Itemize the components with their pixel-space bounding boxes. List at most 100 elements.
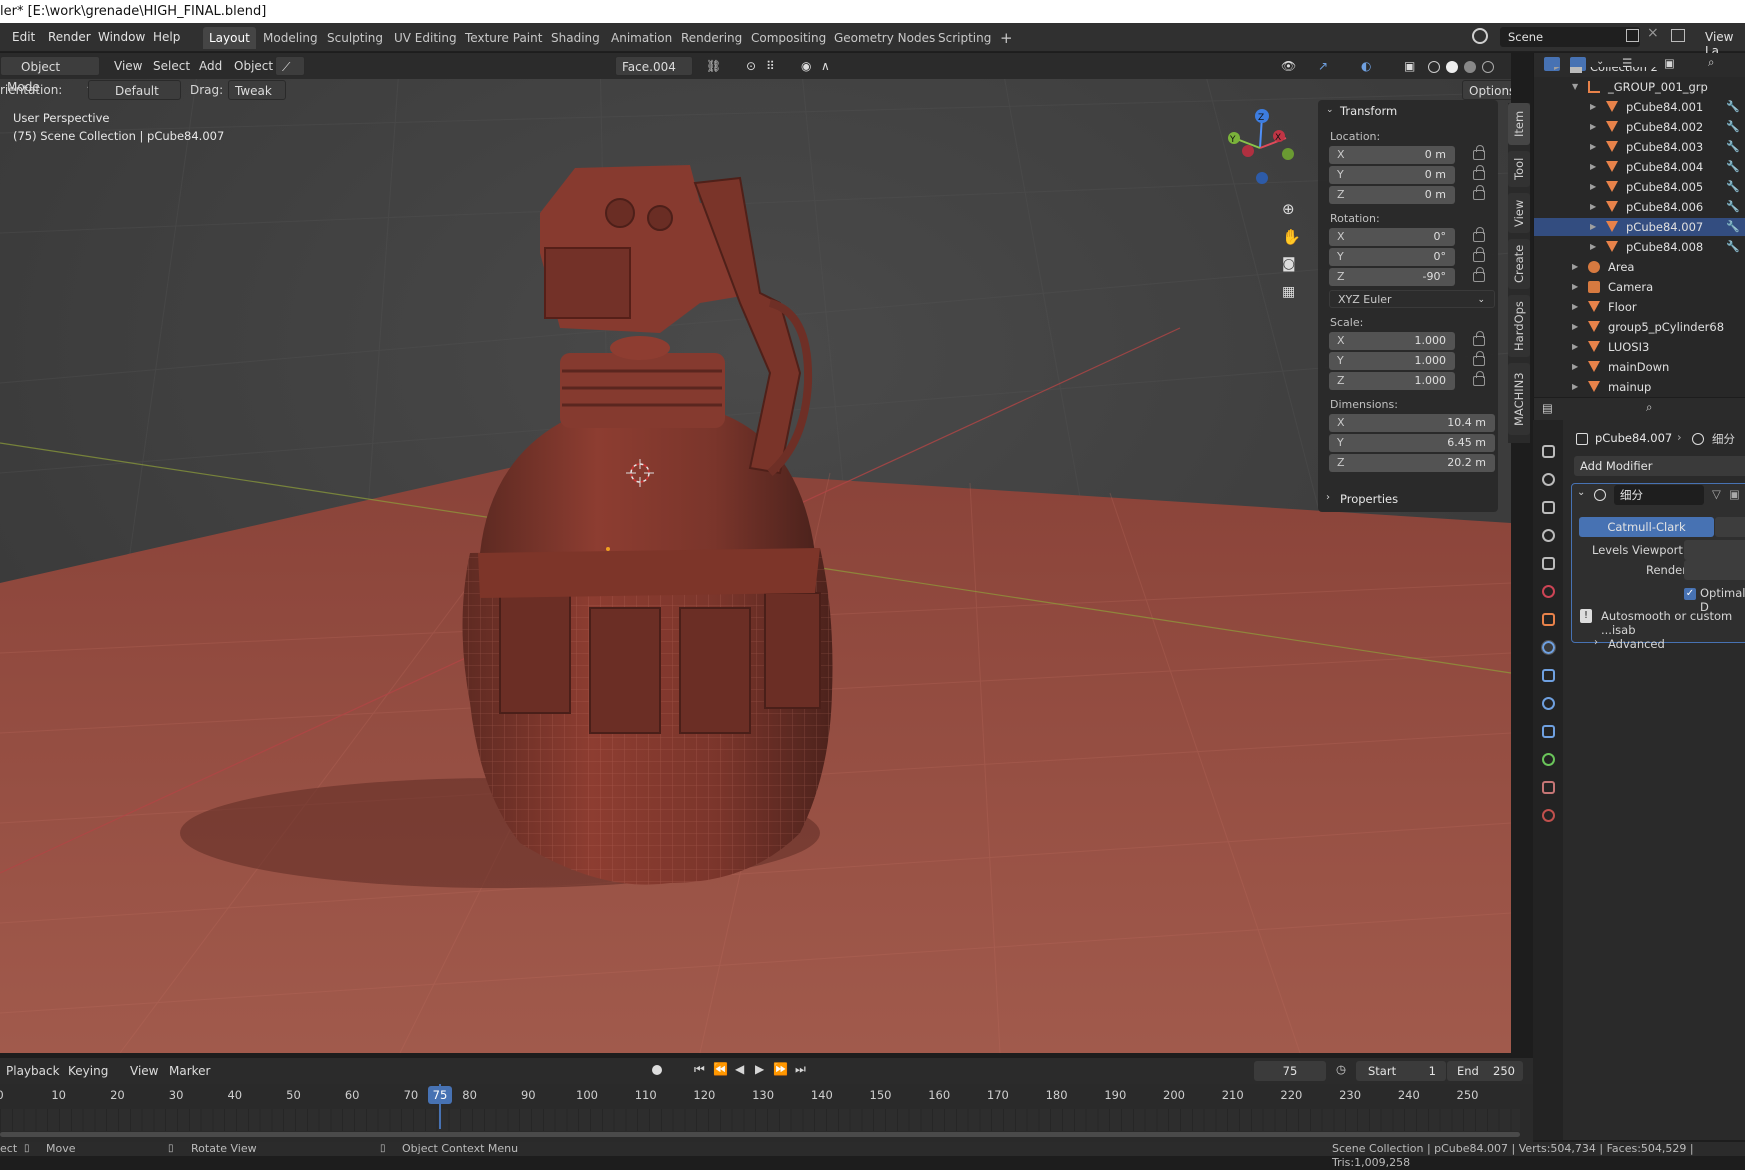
outliner-row[interactable]: ▶ pCube84.007 🔧 xyxy=(1534,218,1745,236)
collapse-transform-icon[interactable]: ⌄ xyxy=(1326,105,1334,115)
outliner-row[interactable]: ▶ pCube84.005 🔧 xyxy=(1534,178,1745,196)
menu-help[interactable]: Help xyxy=(153,23,180,52)
menu-window[interactable]: Window xyxy=(98,23,145,52)
snap-target-icon[interactable]: ⟋ xyxy=(275,56,305,76)
navigation-gizmo[interactable]: Z X Y xyxy=(1220,108,1300,188)
render-icon[interactable] xyxy=(1542,473,1555,486)
active-face-selector[interactable]: Face.004 xyxy=(615,56,693,76)
tab-compositing[interactable]: Compositing xyxy=(745,27,832,49)
collapse-modifier-icon[interactable]: ⌄ xyxy=(1577,487,1585,498)
expand-toggle-icon[interactable]: ▶ xyxy=(1572,318,1578,336)
options-dropdown[interactable]: Options xyxy=(1462,80,1511,100)
rotation-z-field[interactable]: Z -90° xyxy=(1329,268,1455,286)
outliner-row[interactable]: ▶ group5_pCylinder68 xyxy=(1534,318,1745,336)
jump-start-icon[interactable]: ⏮ xyxy=(694,1062,705,1077)
material-icon[interactable] xyxy=(1542,781,1555,794)
expand-toggle-icon[interactable]: ▶ xyxy=(1572,378,1578,396)
expand-advanced-icon[interactable]: › xyxy=(1594,637,1598,648)
tab-geometry-nodes[interactable]: Geometry Nodes xyxy=(828,27,941,49)
expand-toggle-icon[interactable]: ▼ xyxy=(1572,78,1578,96)
mode-selector[interactable]: Object Mode ⌄ xyxy=(0,56,100,94)
lock-icon[interactable] xyxy=(1473,267,1485,282)
expand-toggle-icon[interactable]: ▶ xyxy=(1572,358,1578,376)
scale-z-field[interactable]: Z 1.000 xyxy=(1329,372,1455,390)
outliner-row[interactable]: ▶ LUOSI3 xyxy=(1534,338,1745,356)
next-keyframe-icon[interactable]: ⏩ xyxy=(773,1062,788,1076)
playhead-frame[interactable]: 75 xyxy=(428,1086,452,1104)
modifier-wrench-icon[interactable]: 🔧 xyxy=(1726,178,1740,196)
link-icon[interactable]: ⛓ xyxy=(700,56,727,76)
zoom-icon[interactable]: ⊕ xyxy=(1282,200,1295,218)
expand-properties-icon[interactable]: › xyxy=(1326,492,1330,503)
lock-icon[interactable] xyxy=(1473,185,1485,200)
modifier-wrench-icon[interactable]: 🔧 xyxy=(1726,98,1740,116)
tab-uv-editing[interactable]: UV Editing xyxy=(388,27,463,49)
outliner-row[interactable]: ▶ pCube84.004 🔧 xyxy=(1534,158,1745,176)
prev-keyframe-icon[interactable]: ⏪ xyxy=(713,1062,728,1076)
outliner-row[interactable]: ▶ Area xyxy=(1534,258,1745,276)
play-reverse-icon[interactable]: ◀ xyxy=(735,1062,744,1076)
edit-mode-toggle-icon[interactable]: ▽ xyxy=(1712,487,1721,501)
viewport-menu-add[interactable]: Add xyxy=(193,56,228,76)
drag-dropdown[interactable]: Tweak xyxy=(228,80,286,100)
snap-icon[interactable]: ⊙ xyxy=(740,56,762,76)
lock-icon[interactable] xyxy=(1473,351,1485,366)
rendered-shading-icon[interactable] xyxy=(1482,61,1494,73)
lock-icon[interactable] xyxy=(1473,165,1485,180)
constraints-icon[interactable] xyxy=(1542,725,1555,738)
rotation-x-field[interactable]: X 0° xyxy=(1329,228,1455,246)
expand-toggle-icon[interactable]: ▶ xyxy=(1554,67,1560,76)
location-z-field[interactable]: Z0 m xyxy=(1329,186,1455,204)
outliner-row[interactable]: ▶ Camera xyxy=(1534,278,1745,296)
timeline-menu-keying[interactable]: Keying xyxy=(62,1061,114,1081)
simple-button[interactable] xyxy=(1715,517,1745,537)
material-shading-icon[interactable] xyxy=(1464,61,1476,73)
scene-icon[interactable] xyxy=(1542,557,1555,570)
location-y-field[interactable]: Y0 m xyxy=(1329,166,1455,184)
filter-icon[interactable]: ⌄ xyxy=(1596,56,1604,67)
expand-toggle-icon[interactable]: ▶ xyxy=(1590,138,1596,156)
outliner-row[interactable]: ▶ pCube84.001 🔧 xyxy=(1534,98,1745,116)
dimensions-x-field[interactable]: X 10.4 m xyxy=(1329,414,1495,432)
expand-toggle-icon[interactable]: ▶ xyxy=(1590,178,1596,196)
menu-edit[interactable]: Edit xyxy=(12,23,35,52)
viewport-menu-object[interactable]: Object xyxy=(228,56,279,76)
catmull-clark-button[interactable]: Catmull-Clark xyxy=(1579,517,1714,537)
advanced-label[interactable]: Advanced xyxy=(1608,637,1665,651)
3d-viewport[interactable]: Object Mode ⌄ View Select Add Object ⟋ F… xyxy=(0,53,1511,1053)
scene-selector[interactable]: Scene xyxy=(1500,27,1640,47)
scale-x-field[interactable]: X 1.000 xyxy=(1329,332,1455,350)
modifier-wrench-icon[interactable]: 🔧 xyxy=(1726,138,1740,156)
visibility-icon[interactable]: 👁 xyxy=(1275,56,1302,76)
jump-end-icon[interactable]: ⏭ xyxy=(795,1062,806,1077)
timeline-menu-view[interactable]: View xyxy=(124,1061,164,1081)
location-x-field[interactable]: X0 m xyxy=(1329,146,1455,164)
modifier-wrench-icon[interactable]: 🔧 xyxy=(1726,158,1740,176)
transform-title[interactable]: Transform xyxy=(1340,104,1397,118)
data-icon[interactable] xyxy=(1542,753,1555,766)
particles-icon[interactable] xyxy=(1542,669,1555,682)
world-icon[interactable] xyxy=(1542,585,1555,598)
cage-toggle-icon[interactable]: ▣ xyxy=(1729,487,1740,501)
falloff-icon[interactable]: ∧ xyxy=(815,56,836,76)
tab-layout[interactable]: Layout xyxy=(203,27,256,49)
pan-hand-icon[interactable]: ✋ xyxy=(1282,228,1301,246)
lock-icon[interactable] xyxy=(1473,145,1485,160)
expand-toggle-icon[interactable]: ▶ xyxy=(1590,158,1596,176)
timeline-menu-marker[interactable]: Marker xyxy=(163,1061,216,1081)
outliner-row[interactable]: ▶ pCube84.003 🔧 xyxy=(1534,138,1745,156)
dimensions-z-field[interactable]: Z 20.2 m xyxy=(1329,454,1495,472)
physics-icon[interactable] xyxy=(1542,697,1555,710)
timeline-scrollbar[interactable] xyxy=(0,1132,1520,1137)
texture-icon[interactable] xyxy=(1542,809,1555,822)
outliner-row[interactable]: ▶ pCube84.008 🔧 xyxy=(1534,238,1745,256)
play-icon[interactable]: ▶ xyxy=(755,1062,764,1076)
view-layer-icon[interactable] xyxy=(1542,529,1555,542)
expand-toggle-icon[interactable]: ▶ xyxy=(1572,338,1578,356)
render-levels-field[interactable] xyxy=(1684,560,1745,580)
modifier-wrench-icon[interactable]: 🔧 xyxy=(1726,198,1740,216)
add-workspace-button[interactable]: + xyxy=(994,27,1019,49)
start-frame-field[interactable]: Start 1 xyxy=(1356,1061,1446,1081)
tab-machin3[interactable]: MACHIN3 xyxy=(1508,363,1530,435)
lock-icon[interactable] xyxy=(1473,247,1485,262)
